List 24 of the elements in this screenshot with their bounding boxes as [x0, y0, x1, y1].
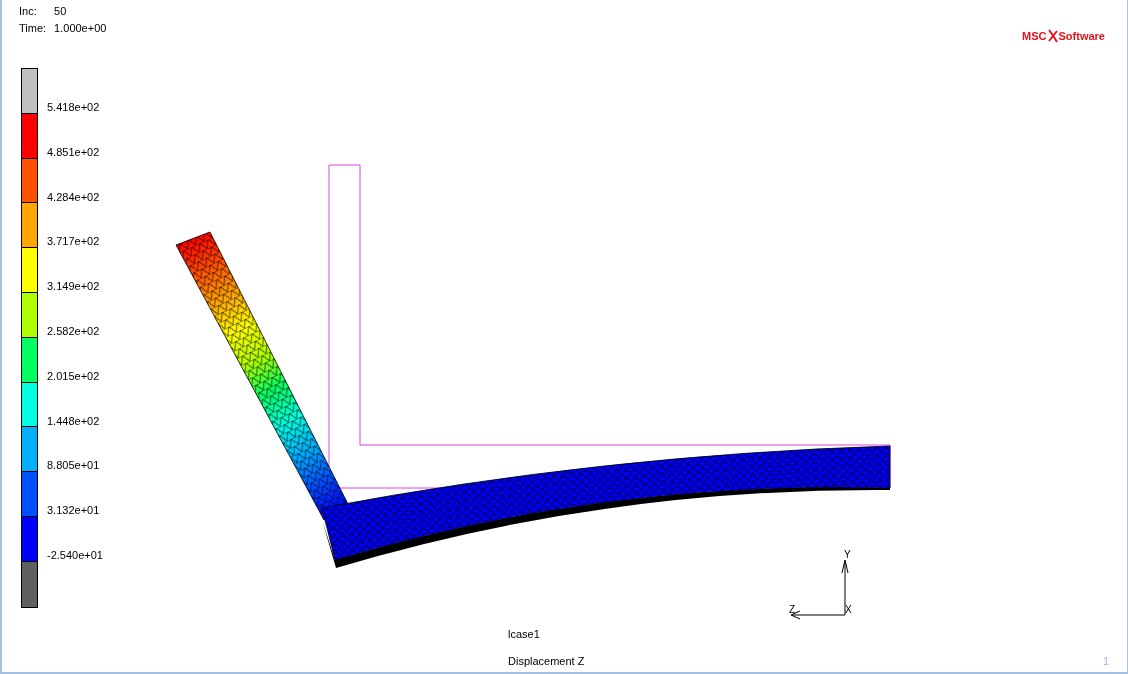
logo-text: Software [1058, 30, 1105, 42]
legend-value: 3.717e+02 [47, 235, 100, 248]
axis-label: Y [844, 549, 851, 560]
time-value: 1.000e+00 [54, 21, 107, 36]
time-label: Time: [19, 21, 47, 36]
result-title: Displacement Z [508, 654, 586, 669]
load-case-label: lcase1 [508, 627, 541, 642]
increment-label: Inc: [19, 4, 38, 19]
swoosh-x-icon [1047, 29, 1058, 43]
legend-value: -2.540e+01 [47, 548, 103, 561]
legend-value: 4.284e+02 [47, 190, 100, 203]
legend-value: 3.149e+02 [47, 280, 100, 293]
legend-value: 3.132e+01 [47, 504, 100, 517]
page-number: 1 [1102, 654, 1109, 669]
legend-value: 8.805e+01 [47, 459, 100, 472]
legend-value: 2.015e+02 [47, 369, 100, 382]
legend-value: 1.448e+02 [47, 414, 100, 427]
legend-value: 2.582e+02 [47, 325, 100, 337]
axis-label: Z [789, 604, 796, 615]
legend-value: 5.418e+02 [47, 101, 100, 113]
increment-value: 50 [54, 4, 68, 19]
axis-label: X [845, 604, 852, 615]
legend-value: 4.851e+02 [47, 145, 100, 158]
logo-text: MSC [1022, 30, 1047, 42]
